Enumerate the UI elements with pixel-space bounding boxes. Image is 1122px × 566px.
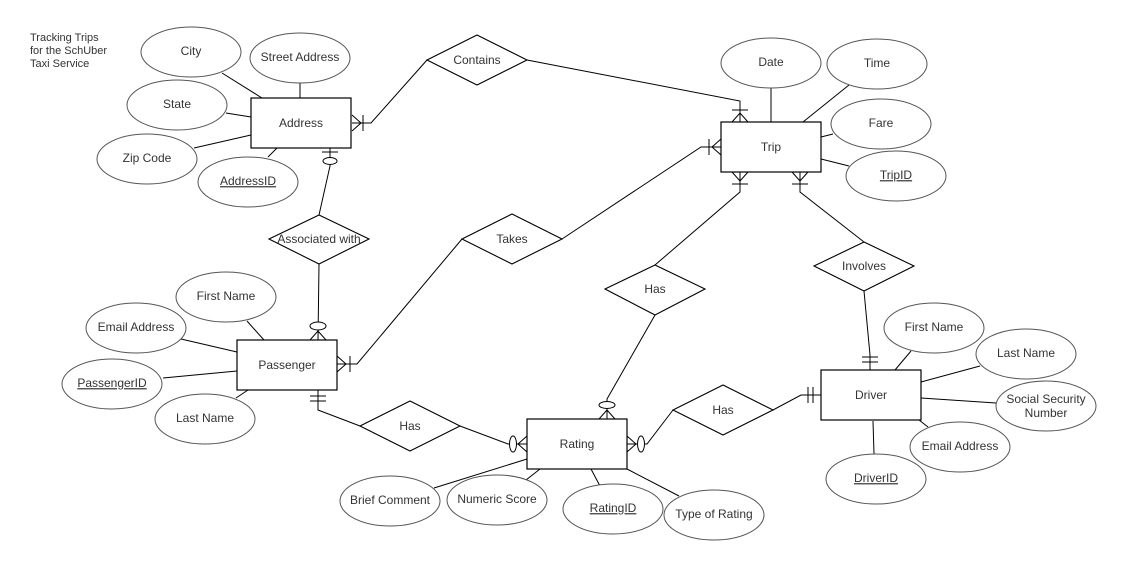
attribute-time[interactable]: Time	[826, 38, 928, 90]
attribute-passenger-id[interactable]: PassengerID	[61, 358, 163, 410]
relationship-associated-with-label: Associated with	[277, 232, 360, 246]
svg-text:Social Security: Social Security	[1006, 392, 1085, 406]
svg-text:Email Address: Email Address	[922, 439, 999, 453]
svg-text:Time: Time	[864, 56, 891, 70]
svg-text:RatingID: RatingID	[590, 501, 637, 515]
attribute-social-security-number[interactable]: Social Security Number	[995, 380, 1097, 432]
relationship-trip-has-rating[interactable]: Has	[603, 264, 707, 316]
relationship-associated-with[interactable]: Associated with	[267, 214, 371, 265]
entity-passenger[interactable]: Passenger	[236, 339, 338, 391]
svg-text:Last Name: Last Name	[176, 411, 234, 425]
entity-address-label: Address	[279, 116, 323, 130]
relationship-links	[317, 59, 871, 445]
entity-address[interactable]: Address	[250, 97, 352, 149]
svg-text:Street Address: Street Address	[261, 50, 340, 64]
svg-text:PassengerID: PassengerID	[77, 376, 147, 390]
relationship-trip-has-rating-label: Has	[644, 282, 665, 296]
attribute-state[interactable]: State	[126, 79, 228, 131]
svg-text:First Name: First Name	[905, 320, 964, 334]
attribute-city[interactable]: City	[140, 26, 242, 78]
relationship-takes-label: Takes	[496, 232, 527, 246]
attribute-driver-last-name[interactable]: Last Name	[975, 328, 1077, 380]
svg-text:First Name: First Name	[197, 289, 256, 303]
attribute-date[interactable]: Date	[720, 37, 822, 89]
relationship-driver-has-rating[interactable]: Has	[671, 384, 775, 436]
attribute-driver-first-name[interactable]: First Name	[883, 302, 985, 354]
relationship-passenger-has-rating[interactable]: Has	[358, 400, 462, 452]
relationship-takes[interactable]: Takes	[460, 213, 564, 265]
entity-driver-label: Driver	[855, 388, 887, 402]
attribute-passenger-last-name[interactable]: Last Name	[154, 393, 256, 445]
svg-text:Brief Comment: Brief Comment	[350, 493, 431, 507]
svg-text:AddressID: AddressID	[220, 174, 276, 188]
svg-text:Numeric Score: Numeric Score	[457, 492, 537, 506]
relationship-contains[interactable]: Contains	[425, 34, 529, 86]
svg-text:DriverID: DriverID	[854, 471, 898, 485]
svg-text:Last Name: Last Name	[997, 346, 1055, 360]
svg-text:Email Address: Email Address	[98, 320, 175, 334]
svg-text:Zip Code: Zip Code	[123, 151, 172, 165]
attribute-rating-id[interactable]: RatingID	[562, 483, 664, 535]
relationship-contains-label: Contains	[453, 53, 500, 67]
relationship-passenger-has-rating-label: Has	[399, 419, 420, 433]
entity-rating[interactable]: Rating	[526, 418, 628, 470]
attribute-trip-id[interactable]: TripID	[845, 150, 947, 202]
attribute-passenger-first-name[interactable]: First Name	[175, 271, 277, 323]
attribute-passenger-email-address[interactable]: Email Address	[85, 302, 187, 354]
svg-text:TripID: TripID	[880, 168, 913, 182]
attribute-brief-comment[interactable]: Brief Comment	[339, 475, 441, 527]
entity-passenger-label: Passenger	[258, 358, 315, 372]
attribute-type-of-rating[interactable]: Type of Rating	[663, 489, 765, 541]
attribute-street-address[interactable]: Street Address	[249, 32, 351, 84]
entity-driver[interactable]: Driver	[820, 369, 922, 421]
svg-text:City: City	[181, 44, 202, 58]
svg-text:Type of Rating: Type of Rating	[675, 507, 752, 521]
attribute-fare[interactable]: Fare	[830, 98, 932, 150]
entity-trip-label: Trip	[761, 140, 782, 154]
attribute-zip-code[interactable]: Zip Code	[96, 133, 198, 185]
svg-text:Date: Date	[758, 55, 784, 69]
attribute-driver-email-address[interactable]: Email Address	[909, 421, 1011, 473]
relationship-involves-label: Involves	[842, 259, 886, 273]
entity-trip[interactable]: Trip	[720, 121, 822, 173]
relationship-driver-has-rating-label: Has	[712, 403, 733, 417]
attribute-numeric-score[interactable]: Numeric Score	[446, 474, 548, 526]
er-diagram: Address Trip Passenger Rating Driver Con…	[61, 26, 1097, 541]
relationship-involves[interactable]: Involves	[812, 241, 916, 292]
attribute-driver-id[interactable]: DriverID	[825, 453, 927, 505]
entity-rating-label: Rating	[560, 437, 595, 451]
svg-text:Fare: Fare	[869, 116, 894, 130]
attribute-address-id[interactable]: AddressID	[197, 156, 299, 208]
svg-text:State: State	[163, 97, 191, 111]
svg-text:Number: Number	[1025, 406, 1068, 420]
